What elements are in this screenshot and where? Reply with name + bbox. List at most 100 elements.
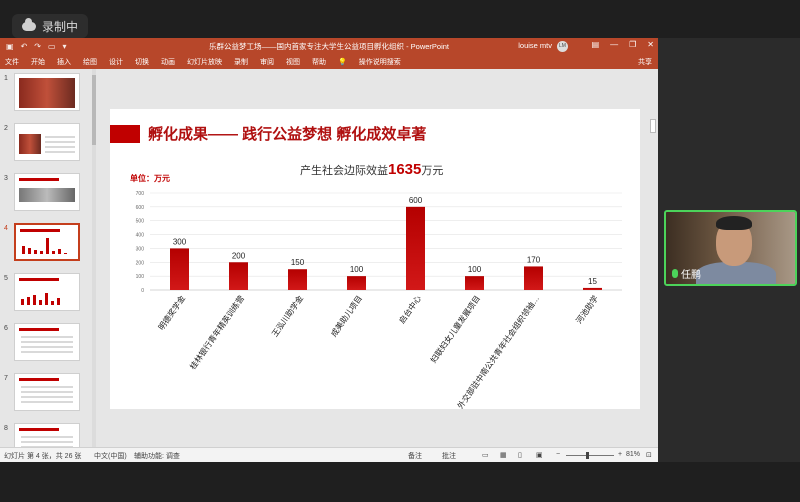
data-label: 15 (588, 277, 597, 286)
zoom-level[interactable]: 81% (626, 451, 640, 458)
avatar[interactable]: LM (557, 41, 568, 52)
thumbnail-image (19, 188, 75, 202)
lightbulb-icon: 💡 (338, 59, 347, 66)
tab-transitions[interactable]: 切换 (135, 57, 149, 67)
data-label: 100 (350, 265, 364, 274)
tab-help[interactable]: 帮助 (312, 57, 326, 67)
participant-name: 任鹏 (681, 270, 701, 281)
comments-button[interactable]: 批注 (442, 451, 456, 461)
ribbon-display-icon[interactable]: ▤ (592, 40, 600, 49)
thumbnail-row[interactable]: 2 (0, 123, 94, 169)
thumbnail-number: 3 (4, 175, 8, 182)
tab-slideshow[interactable]: 幻灯片放映 (187, 57, 222, 67)
recording-indicator[interactable]: 录制中 (12, 14, 89, 38)
language-indicator[interactable]: 中文(中国) (94, 451, 127, 461)
data-label: 150 (291, 258, 305, 267)
category-label: 桂林银行青年精英训练营 (187, 293, 246, 371)
slide-thumbnails-pane: 1 2 3 4 5 6 7 8 (0, 69, 94, 447)
thumbnail-row[interactable]: 8 (0, 423, 94, 447)
thumbnail-row[interactable]: 3 (0, 173, 94, 219)
scrollbar-thumb[interactable] (92, 75, 96, 145)
share-button[interactable]: 共享 (638, 57, 652, 67)
thumbnail-row[interactable]: 1 (0, 73, 94, 119)
title-bar: ▣ ↶ ↷ ▭ ▾ 乐群公益梦工场——国内首家专注大学生公益项目孵化组织 - P… (0, 38, 658, 55)
tell-me-search[interactable]: 操作说明搜索 (359, 57, 401, 67)
slide-thumbnail[interactable] (14, 123, 80, 161)
normal-view-icon[interactable]: ▭ (482, 451, 489, 459)
bar-chart[interactable]: 0 100 200 300 400 500 600 700 300 明德奖学金 200 桂林银行青年精… (110, 109, 640, 409)
bar (524, 266, 543, 290)
participant-label: 任鹏 (672, 266, 701, 281)
thumbnail-text (21, 386, 73, 404)
tab-design[interactable]: 设计 (109, 57, 123, 67)
data-label: 170 (527, 255, 541, 264)
thumbnail-row[interactable]: 4 (0, 223, 94, 269)
slide-scrollbar[interactable] (648, 69, 658, 447)
thumbnail-title (20, 229, 60, 232)
zoom-slider[interactable] (566, 455, 614, 456)
sorter-view-icon[interactable]: ▦ (500, 451, 507, 459)
y-tick-label: 400 (136, 233, 145, 239)
thumbnail-title (19, 178, 59, 181)
thumbnail-number: 4 (4, 225, 8, 232)
recording-label: 录制中 (42, 19, 79, 34)
thumbnail-text (21, 436, 73, 447)
recording-bar: 录制中 (0, 0, 800, 38)
y-tick-label: 0 (141, 288, 144, 294)
thumbnail-row[interactable]: 5 (0, 273, 94, 319)
thumbnail-title (19, 278, 59, 281)
slide-thumbnail[interactable] (14, 373, 80, 411)
slide-thumbnail-active[interactable] (14, 223, 80, 261)
y-tick-label: 300 (136, 246, 145, 252)
bottom-bar (0, 462, 800, 502)
webcam-tile[interactable]: 任鹏 (664, 210, 797, 286)
thumbnail-row[interactable]: 7 (0, 373, 94, 419)
thumbnail-number: 6 (4, 325, 8, 332)
thumbnail-row[interactable]: 6 (0, 323, 94, 369)
tab-record[interactable]: 录制 (234, 57, 248, 67)
thumbnail-title (19, 428, 59, 431)
accessibility-checker[interactable]: 辅助功能: 调查 (134, 451, 180, 461)
reading-view-icon[interactable]: ▯ (518, 451, 522, 459)
slide-thumbnail[interactable] (14, 173, 80, 211)
cloud-icon (22, 17, 36, 31)
y-tick-label: 200 (136, 260, 145, 266)
tab-animations[interactable]: 动画 (161, 57, 175, 67)
tab-view[interactable]: 视图 (286, 57, 300, 67)
minimize-icon[interactable]: — (610, 40, 618, 49)
slide-editor: 孵化成果—— 践行公益梦想 孵化成效卓著 产生社会边际效益1635万元 单位：万… (98, 69, 646, 447)
close-icon[interactable]: ✕ (647, 40, 654, 49)
slideshow-view-icon[interactable]: ▣ (536, 451, 543, 459)
zoom-in-icon[interactable]: + (618, 451, 622, 458)
data-label: 300 (173, 237, 187, 246)
data-label: 600 (409, 196, 423, 205)
fit-slide-icon[interactable]: ⊡ (646, 451, 652, 459)
restore-icon[interactable]: ❐ (629, 40, 636, 49)
thumbnail-image (19, 78, 75, 108)
tab-home[interactable]: 开始 (31, 57, 45, 67)
thumbnails-scrollbar[interactable] (92, 69, 96, 447)
slide-thumbnail[interactable] (14, 273, 80, 311)
y-tick-label: 500 (136, 219, 145, 225)
category-label: 明德奖学金 (156, 293, 187, 332)
notes-button[interactable]: 备注 (408, 451, 422, 461)
slide-thumbnail[interactable] (14, 423, 80, 447)
bar (347, 276, 366, 290)
slide[interactable]: 孵化成果—— 践行公益梦想 孵化成效卓著 产生社会边际效益1635万元 单位：万… (110, 109, 640, 409)
bar (465, 276, 484, 290)
slide-thumbnail[interactable] (14, 73, 80, 111)
category-label: 启台中心 (397, 293, 424, 325)
thumbnail-number: 2 (4, 125, 8, 132)
thumbnail-number: 8 (4, 425, 8, 432)
zoom-out-icon[interactable]: − (556, 451, 560, 458)
tab-draw[interactable]: 绘图 (83, 57, 97, 67)
slide-thumbnail[interactable] (14, 323, 80, 361)
tab-review[interactable]: 审阅 (260, 57, 274, 67)
tab-insert[interactable]: 插入 (57, 57, 71, 67)
y-tick-label: 100 (136, 274, 145, 280)
scrollbar-thumb[interactable] (650, 119, 656, 133)
y-tick-label: 700 (136, 191, 145, 197)
zoom-slider-knob[interactable] (586, 452, 589, 459)
user-name[interactable]: louise mtv (518, 41, 552, 50)
tab-file[interactable]: 文件 (5, 57, 19, 67)
